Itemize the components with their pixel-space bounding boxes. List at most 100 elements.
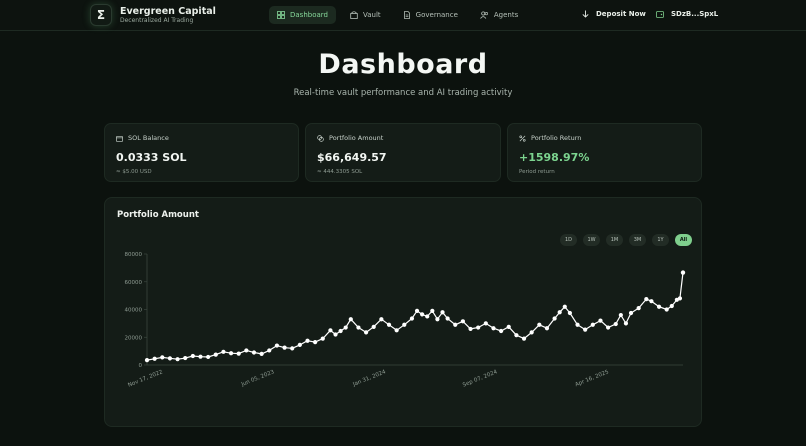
data-point[interactable]	[557, 310, 562, 315]
tab-agents[interactable]: Agents	[472, 6, 526, 24]
data-point[interactable]	[394, 328, 399, 333]
data-point[interactable]	[274, 343, 280, 348]
data-point[interactable]	[386, 322, 392, 327]
card-value: +1598.97%	[519, 151, 590, 164]
data-point[interactable]	[167, 356, 173, 361]
data-point[interactable]	[476, 325, 481, 330]
data-point[interactable]	[440, 310, 445, 315]
data-point[interactable]	[544, 326, 550, 331]
data-point[interactable]	[649, 299, 654, 304]
data-point[interactable]	[680, 270, 686, 275]
data-point[interactable]	[430, 308, 435, 313]
data-point[interactable]	[606, 325, 611, 330]
data-point[interactable]	[514, 333, 519, 338]
data-point[interactable]	[529, 330, 534, 335]
data-point[interactable]	[583, 327, 588, 332]
document-icon	[403, 11, 410, 19]
tab-agents-label: Agents	[493, 11, 519, 19]
data-point[interactable]	[468, 326, 473, 332]
data-point[interactable]	[483, 321, 488, 326]
tab-vault[interactable]: Vault	[342, 6, 389, 24]
data-point[interactable]	[267, 348, 272, 353]
data-point[interactable]	[152, 356, 157, 361]
data-point[interactable]	[144, 358, 150, 363]
range-button-1w[interactable]: 1W	[583, 234, 600, 246]
tab-governance[interactable]: Governance	[395, 6, 466, 24]
data-point[interactable]	[409, 316, 415, 321]
nav-tabs: Dashboard Vault Governance Agents	[269, 6, 526, 24]
data-point[interactable]	[506, 324, 511, 329]
range-button-1y[interactable]: 1Y	[652, 234, 669, 246]
data-point[interactable]	[575, 322, 580, 327]
data-point[interactable]	[356, 325, 361, 330]
data-point[interactable]	[282, 345, 287, 350]
data-point[interactable]	[598, 318, 603, 323]
data-point[interactable]	[453, 322, 458, 327]
range-button-3m[interactable]: 3M	[629, 234, 646, 246]
range-button-all[interactable]: All	[675, 234, 692, 246]
data-point[interactable]	[677, 296, 683, 301]
data-point[interactable]	[402, 322, 407, 327]
data-point[interactable]	[259, 351, 264, 356]
data-point[interactable]	[425, 314, 430, 319]
data-point[interactable]	[664, 307, 669, 312]
y-tick-label: 0	[139, 363, 143, 369]
data-point[interactable]	[190, 353, 195, 359]
data-point[interactable]	[628, 310, 634, 316]
data-point[interactable]	[348, 317, 353, 322]
deposit-button[interactable]: Deposit Now	[582, 10, 646, 18]
data-point[interactable]	[305, 338, 310, 343]
data-point[interactable]	[338, 328, 343, 334]
data-point[interactable]	[371, 324, 376, 329]
data-point[interactable]	[567, 310, 572, 316]
portfolio-line-chart: 0 20000 40000 60000 80000 Nov 17, 2022 Jun 05,…	[125, 252, 686, 389]
data-point[interactable]	[414, 308, 420, 313]
data-point[interactable]	[244, 348, 249, 353]
tab-dashboard[interactable]: Dashboard	[269, 6, 336, 24]
data-point[interactable]	[175, 357, 180, 362]
data-point[interactable]	[590, 322, 595, 327]
data-point[interactable]	[236, 351, 241, 356]
card-label: Portfolio Return	[531, 134, 582, 142]
data-point[interactable]	[221, 349, 226, 354]
data-point[interactable]	[333, 332, 338, 337]
wallet-button[interactable]: SDzB...SpxL	[656, 10, 718, 18]
data-point[interactable]	[618, 312, 623, 318]
portfolio-chart-card: 0 20000 40000 60000 80000 Nov 17, 2022 Jun 05,…	[104, 197, 702, 427]
data-point[interactable]	[420, 312, 425, 317]
data-point[interactable]	[320, 336, 325, 341]
data-point[interactable]	[198, 354, 203, 359]
data-point[interactable]	[213, 352, 218, 357]
data-point[interactable]	[206, 354, 211, 360]
data-point[interactable]	[328, 328, 333, 333]
data-point[interactable]	[460, 319, 465, 324]
data-point[interactable]	[644, 296, 649, 302]
data-point[interactable]	[313, 340, 318, 345]
data-point[interactable]	[656, 304, 662, 309]
data-point[interactable]	[491, 326, 496, 331]
data-point[interactable]	[499, 328, 504, 334]
data-point[interactable]	[552, 316, 557, 321]
data-point[interactable]	[160, 355, 165, 360]
data-point[interactable]	[363, 330, 369, 335]
data-point[interactable]	[228, 351, 234, 356]
data-point[interactable]	[183, 355, 188, 361]
data-point[interactable]	[290, 346, 295, 351]
data-point[interactable]	[562, 304, 567, 309]
data-point[interactable]	[445, 316, 450, 321]
data-point[interactable]	[537, 322, 542, 327]
data-point[interactable]	[613, 321, 618, 327]
chart-title: Portfolio Amount	[117, 210, 199, 220]
data-point[interactable]	[521, 336, 527, 341]
data-point[interactable]	[636, 306, 641, 311]
brand[interactable]: Σ Evergreen Capital Decentralized AI Tra…	[90, 4, 216, 26]
data-point[interactable]	[297, 342, 302, 347]
data-point[interactable]	[669, 303, 674, 309]
data-point[interactable]	[379, 317, 384, 322]
data-point[interactable]	[343, 325, 348, 330]
data-point[interactable]	[623, 321, 629, 326]
data-point[interactable]	[435, 317, 440, 322]
data-point[interactable]	[251, 350, 257, 355]
range-button-1d[interactable]: 1D	[560, 234, 577, 246]
range-button-1m[interactable]: 1M	[606, 234, 623, 246]
